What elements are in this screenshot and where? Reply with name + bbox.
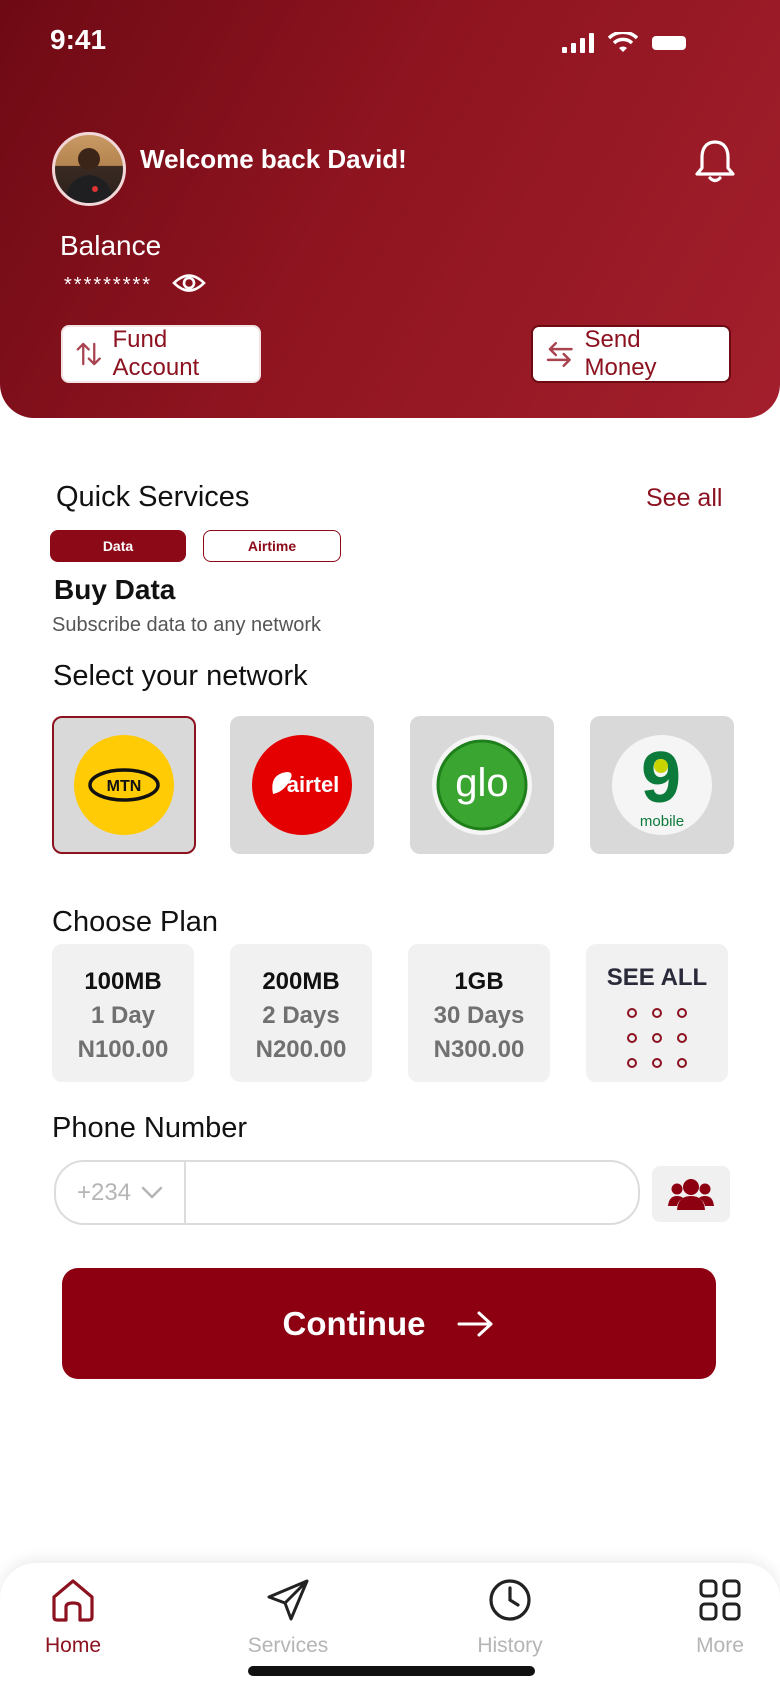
plan-card[interactable]: 100MB 1 Day N100.00 [52, 944, 194, 1082]
network-card-airtel[interactable]: airtel [230, 716, 374, 854]
select-network-title: Select your network [53, 660, 308, 692]
home-icon [52, 1579, 94, 1622]
contacts-button[interactable] [652, 1166, 730, 1222]
nav-home-label: Home [44, 1634, 102, 1657]
transfer-arrows-icon [76, 342, 101, 366]
send-money-label: Send Money [584, 326, 657, 381]
welcome-text: Welcome back David! [140, 144, 407, 174]
plan-card[interactable]: 1GB 30 Days N300.00 [408, 944, 550, 1082]
status-bar: 9:41 [0, 0, 780, 90]
quick-services-title: Quick Services [56, 481, 250, 513]
9mobile-logo-digit: 9 [641, 738, 681, 818]
fund-account-label: Fund Account [112, 326, 200, 381]
grid-dots-icon [586, 1008, 728, 1068]
network-card-glo[interactable]: glo [410, 716, 554, 854]
grid-icon [699, 1579, 741, 1621]
plan-duration: 1 Day [90, 1002, 156, 1029]
buy-data-subtitle: Subscribe data to any network [52, 614, 322, 636]
swap-arrows-icon [546, 341, 573, 368]
nav-more[interactable]: More [660, 1577, 780, 1658]
country-code-value: +234 [76, 1178, 132, 1206]
choose-plan-title: Choose Plan [52, 906, 219, 938]
continue-button[interactable]: Continue [62, 1268, 716, 1379]
9mobile-logo-text: mobile [640, 813, 684, 830]
9mobile-logo-icon: 9 mobile [612, 735, 712, 835]
see-all-plans-label: SEE ALL [606, 964, 708, 991]
home-indicator [248, 1666, 535, 1676]
see-all-link[interactable]: See all [646, 484, 722, 513]
arrow-right-icon [457, 1311, 493, 1336]
avatar-photo [65, 148, 113, 203]
nav-home[interactable]: Home [13, 1577, 133, 1658]
balance-value: ********* [64, 274, 153, 296]
glo-logo-icon: glo [432, 735, 532, 835]
send-money-button[interactable]: Send Money [531, 325, 731, 383]
tab-airtime[interactable]: Airtime [203, 530, 341, 562]
contacts-group-icon [668, 1179, 714, 1210]
mtn-logo-icon: MTN [74, 735, 174, 835]
plan-price: N100.00 [77, 1036, 169, 1063]
nav-more-label: More [696, 1634, 744, 1657]
phone-number-input[interactable] [186, 1162, 638, 1223]
tab-data[interactable]: Data [50, 530, 186, 562]
status-icons [562, 32, 690, 54]
mtn-logo-text: MTN [107, 778, 142, 795]
phone-number-title: Phone Number [52, 1112, 248, 1144]
continue-label: Continue [282, 1304, 426, 1342]
avatar[interactable] [52, 132, 126, 206]
airtel-logo-text: airtel [287, 772, 340, 797]
header-panel: 9:41 Welcome back David! Balance *******… [0, 0, 780, 418]
battery-icon [652, 36, 686, 50]
send-plane-icon [267, 1579, 309, 1621]
network-card-mtn[interactable]: MTN [52, 716, 196, 854]
wifi-icon [608, 32, 638, 52]
plan-size: 200MB [262, 968, 340, 995]
nav-services[interactable]: Services [228, 1577, 348, 1658]
country-code-select[interactable]: +234 [56, 1162, 186, 1223]
plan-price: N200.00 [255, 1036, 347, 1063]
airtel-logo-icon: airtel [252, 735, 352, 835]
phone-field: +234 [54, 1160, 640, 1225]
plan-price: N300.00 [433, 1036, 525, 1063]
nav-history[interactable]: History [450, 1577, 570, 1658]
balance-label: Balance [60, 230, 162, 261]
bell-icon[interactable] [694, 138, 736, 189]
plan-size: 1GB [454, 968, 504, 995]
chevron-down-icon [141, 1186, 163, 1198]
signal-icon [562, 33, 594, 53]
buy-data-title: Buy Data [54, 574, 176, 605]
nav-services-label: Services [247, 1634, 329, 1657]
fund-account-button[interactable]: Fund Account [61, 325, 261, 383]
nav-history-label: History [477, 1634, 543, 1657]
plan-duration: 30 Days [433, 1002, 525, 1029]
plan-duration: 2 Days [262, 1002, 340, 1029]
plan-card[interactable]: 200MB 2 Days N200.00 [230, 944, 372, 1082]
clock-icon [489, 1579, 531, 1621]
see-all-plans-button[interactable]: SEE ALL [586, 944, 728, 1082]
glo-logo-text: glo [455, 761, 508, 805]
status-time: 9:41 [50, 24, 107, 55]
plan-size: 100MB [84, 968, 162, 995]
eye-icon[interactable] [172, 270, 206, 301]
network-card-9mobile[interactable]: 9 mobile [590, 716, 734, 854]
